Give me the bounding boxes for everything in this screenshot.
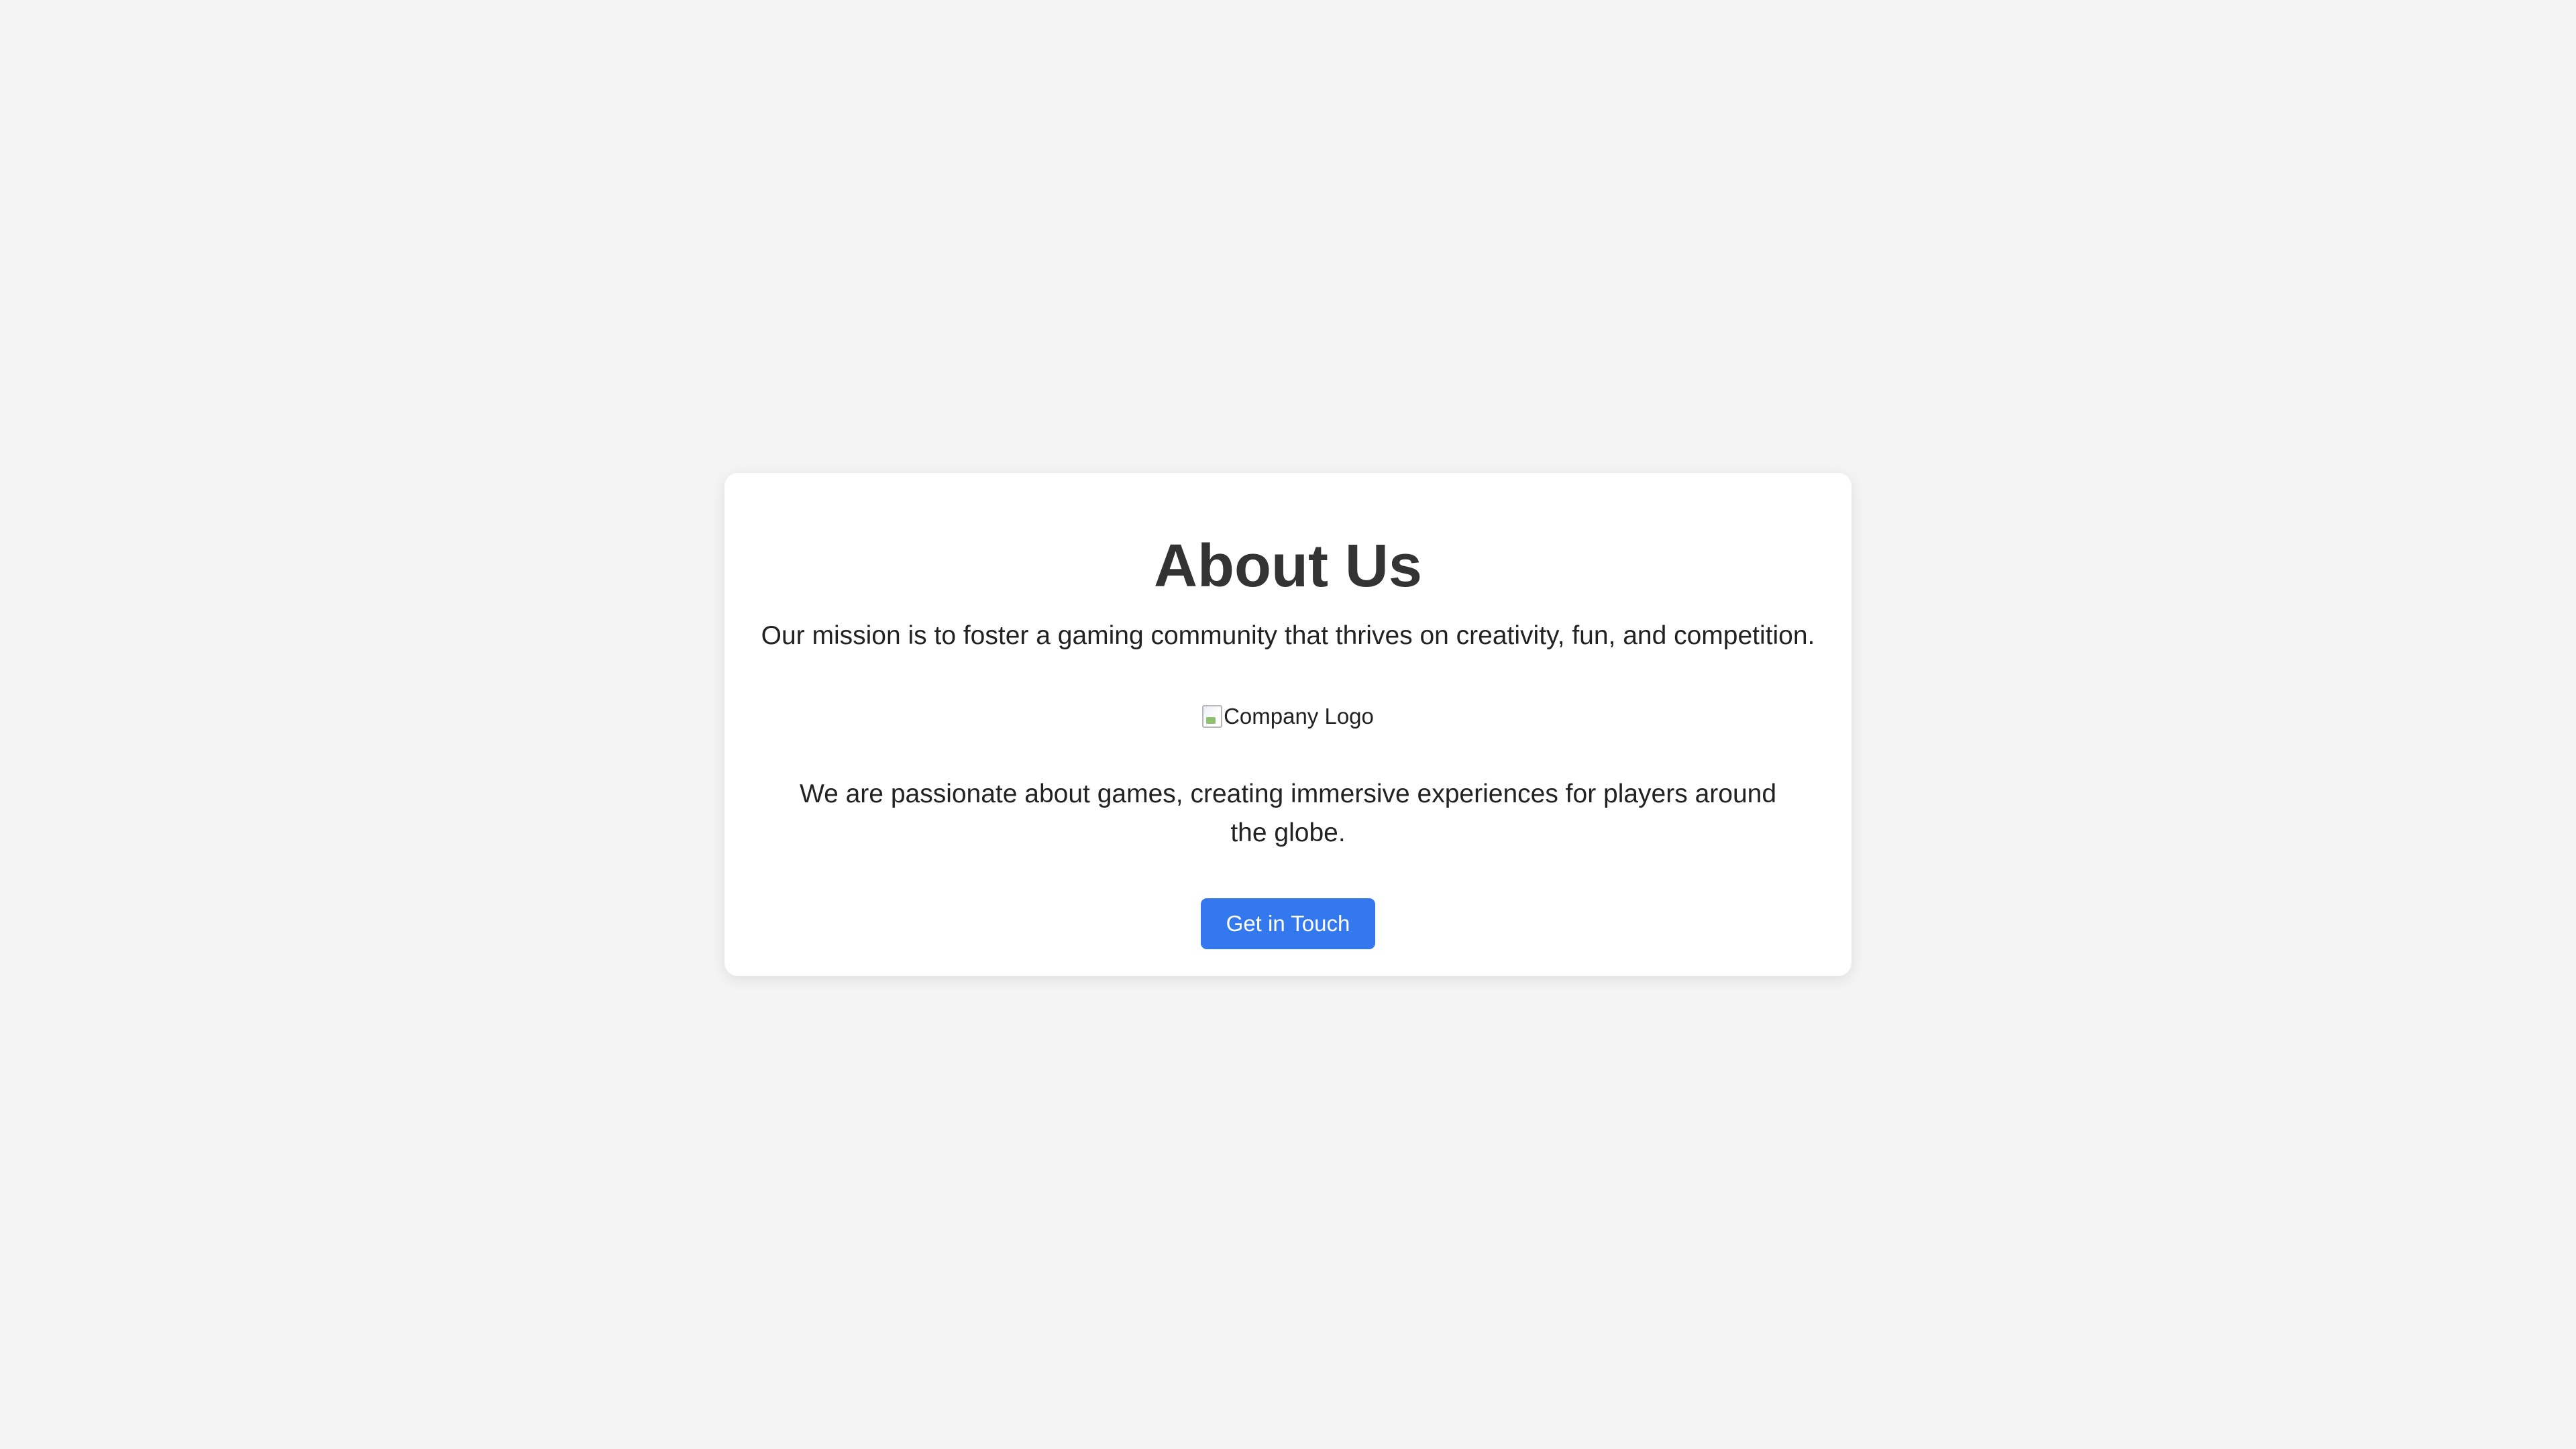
company-logo-alt-text: Company Logo — [1224, 704, 1374, 729]
mission-text: Our mission is to foster a gaming commun… — [761, 621, 1815, 650]
get-in-touch-button[interactable]: Get in Touch — [1201, 898, 1375, 949]
about-card: About Us Our mission is to foster a gami… — [724, 473, 1851, 976]
page-title: About Us — [1154, 533, 1422, 600]
company-logo: Company Logo — [724, 698, 1851, 735]
description-text: We are passionate about games, creating … — [799, 780, 1777, 847]
broken-image-icon — [1202, 705, 1223, 728]
page: About Us Our mission is to foster a gami… — [0, 0, 2576, 1449]
